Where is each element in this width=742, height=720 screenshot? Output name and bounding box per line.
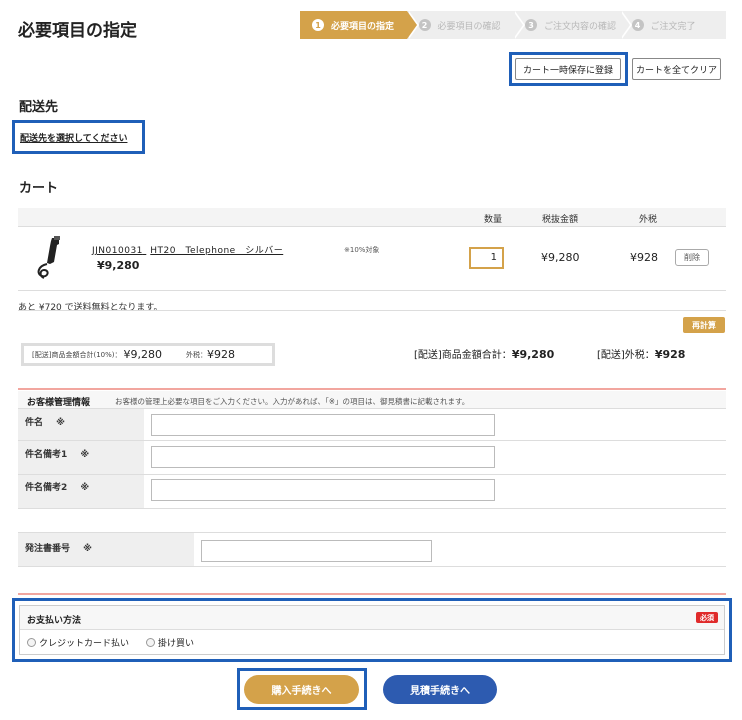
step-label: ご注文内容の確認 — [544, 21, 617, 32]
summary-tax-label: 外税： — [185, 350, 207, 359]
step-4: 4 ご注文完了 — [619, 11, 726, 39]
purchase-button[interactable]: 購入手続きへ — [244, 675, 359, 704]
col-qty: 数量 — [484, 215, 503, 225]
recalc-button[interactable]: 再計算 — [683, 317, 725, 333]
po-number-input[interactable] — [201, 540, 432, 562]
tax-note: ※10%対象 — [344, 246, 380, 254]
total-row: [配送]商品金額合計：¥9,280 — [414, 346, 554, 361]
progress-steps: 1 必要項目の指定 2 必要項目の確認 3 ご注文内容の確認 4 ご注文完了 — [300, 11, 726, 39]
col-price: 税抜金額 — [542, 215, 579, 225]
payment-heading: お支払い方法 — [27, 616, 82, 626]
item-tax: ¥928 — [630, 251, 658, 264]
payment-option-credit[interactable]: クレジットカード払い — [27, 636, 129, 649]
note2-input[interactable] — [151, 479, 495, 501]
step-label: ご注文完了 — [650, 21, 696, 32]
delete-button[interactable]: 削除 — [675, 249, 709, 266]
label-mark: ※ — [80, 450, 90, 460]
step-1: 1 必要項目の指定 — [300, 11, 419, 39]
field-label-note1: 件名備考1 ※ — [25, 447, 89, 460]
total-tax-amount: ¥928 — [654, 348, 686, 361]
cart-header-row — [18, 208, 726, 226]
product-link[interactable]: JJN010031 HT20 Telephone シルバー — [92, 243, 283, 256]
step-2: 2 必要項目の確認 — [406, 11, 525, 39]
label-text: 発注書番号 — [25, 544, 71, 554]
select-delivery-link[interactable]: 配送先を選択してください — [20, 131, 127, 144]
product-image[interactable] — [30, 234, 74, 282]
col-tax: 外税 — [639, 215, 658, 225]
page-title: 必要項目の指定 — [18, 21, 137, 41]
quote-button[interactable]: 見積手続きへ — [383, 675, 497, 704]
payment-option-invoice[interactable]: 掛け買い — [146, 636, 194, 649]
delivery-heading: 配送先 — [19, 100, 59, 115]
summary-box: [配送]商品金額合計(10%)： ¥9,280 外税： ¥928 — [21, 343, 275, 366]
summary-label: [配送]商品金額合計(10%)： — [32, 350, 122, 359]
radio-icon[interactable] — [27, 638, 36, 647]
label-mark: ※ — [83, 544, 92, 554]
step-number: 1 — [312, 19, 324, 31]
note1-input[interactable] — [151, 446, 495, 468]
field-label-note2: 件名備考2 ※ — [25, 480, 89, 493]
subject-input[interactable] — [151, 414, 495, 436]
total-amount: ¥9,280 — [511, 348, 555, 361]
field-label-po: 発注書番号 ※ — [25, 541, 92, 554]
field-label-subject: 件名 ※ — [25, 415, 65, 428]
cart-heading: カート — [19, 181, 59, 196]
total-label: [配送]商品金額合計： — [414, 350, 512, 361]
step-number: 2 — [418, 19, 431, 31]
label-mark: ※ — [56, 418, 65, 428]
step-3: 3 ご注文内容の確認 — [513, 11, 632, 39]
step-label: 必要項目の確認 — [437, 21, 501, 32]
required-badge: 必須 — [696, 612, 718, 623]
step-number: 3 — [525, 19, 537, 31]
quantity-input[interactable]: 1 — [469, 247, 504, 269]
step-number: 4 — [631, 19, 644, 31]
save-cart-button[interactable]: カート一時保存に登録 — [515, 58, 621, 80]
total-tax-row: [配送]外税：¥928 — [597, 346, 685, 361]
item-price: ¥9,280 — [541, 251, 580, 264]
total-tax-label: [配送]外税： — [597, 350, 655, 361]
customer-description: お客様の管理上必要な項目をご入力ください。入力があれば、「※」の項目は、御見積書… — [115, 397, 470, 406]
option-label: クレジットカード払い — [39, 639, 130, 649]
summary-amount: ¥9,280 — [123, 348, 162, 361]
label-mark: ※ — [80, 483, 90, 493]
phone-handset-icon — [37, 236, 60, 279]
payment-header — [20, 606, 724, 630]
product-code: JJN010031 — [92, 246, 143, 256]
label-text: 件名備考1 — [25, 450, 68, 460]
label-text: 件名備考2 — [25, 483, 68, 493]
unit-price: ¥9,280 — [97, 259, 140, 272]
customer-heading: お客様管理情報 — [27, 398, 91, 408]
step-label: 必要項目の指定 — [331, 21, 395, 32]
summary-tax: ¥928 — [206, 348, 235, 361]
radio-icon[interactable] — [146, 638, 155, 647]
label-text: 件名 — [25, 418, 44, 428]
free-shipping-note: あと ¥720 で送料無料となります。 — [18, 303, 163, 313]
clear-cart-button[interactable]: カートを全てクリア — [632, 58, 721, 80]
product-name: HT20 Telephone シルバー — [150, 246, 284, 256]
option-label: 掛け買い — [158, 639, 195, 649]
